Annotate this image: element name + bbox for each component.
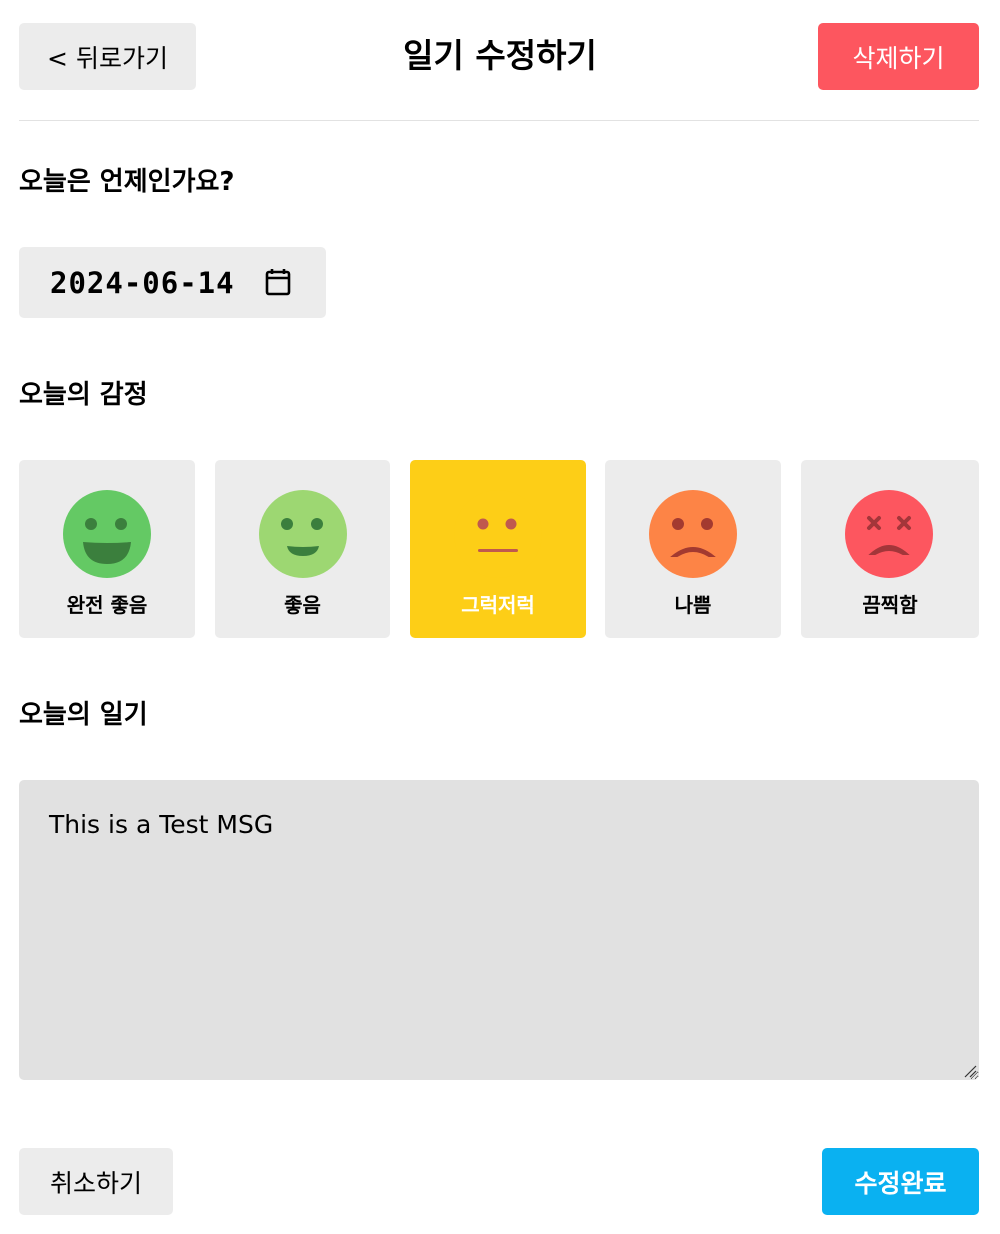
emotion-label: 나쁨 [674,593,712,617]
submit-button[interactable]: 수정완료 [822,1148,979,1215]
sad-face-icon [649,490,737,578]
header: < 뒤로가기 일기 수정하기 삭제하기 [0,0,1000,120]
content-section-title: 오늘의 일기 [19,700,148,730]
emotion-item-neutral[interactable]: 그럭저럭 [410,460,586,638]
emotion-item-bad[interactable]: 나쁨 [605,460,781,638]
back-button[interactable]: < 뒤로가기 [19,23,196,90]
delete-button[interactable]: 삭제하기 [818,23,979,90]
page-title: 일기 수정하기 [403,36,597,75]
emotion-section-title: 오늘의 감정 [19,380,148,410]
date-value: 2024-06-14 [50,265,235,300]
happy-face-icon [259,490,347,578]
emotion-label: 그럭저럭 [461,593,535,617]
diary-textarea[interactable]: This is a Test MSG [19,780,979,1080]
date-input[interactable]: 2024-06-14 [19,247,326,318]
very-happy-face-icon [63,490,151,578]
emotion-label: 완전 좋음 [66,593,148,617]
neutral-face-icon [454,490,542,578]
header-divider [19,120,979,121]
date-section-title: 오늘은 언제인가요? [19,167,235,197]
terrible-face-icon [845,490,933,578]
resize-handle-icon[interactable] [963,1064,977,1078]
cancel-button[interactable]: 취소하기 [19,1148,173,1215]
emotion-item-good[interactable]: 좋음 [215,460,390,638]
emotion-label: 좋음 [284,593,321,617]
emotion-label: 끔찍함 [862,593,918,617]
emotion-item-terrible[interactable]: 끔찍함 [801,460,979,638]
emotion-item-very-good[interactable]: 완전 좋음 [19,460,195,638]
calendar-icon[interactable] [265,268,291,296]
